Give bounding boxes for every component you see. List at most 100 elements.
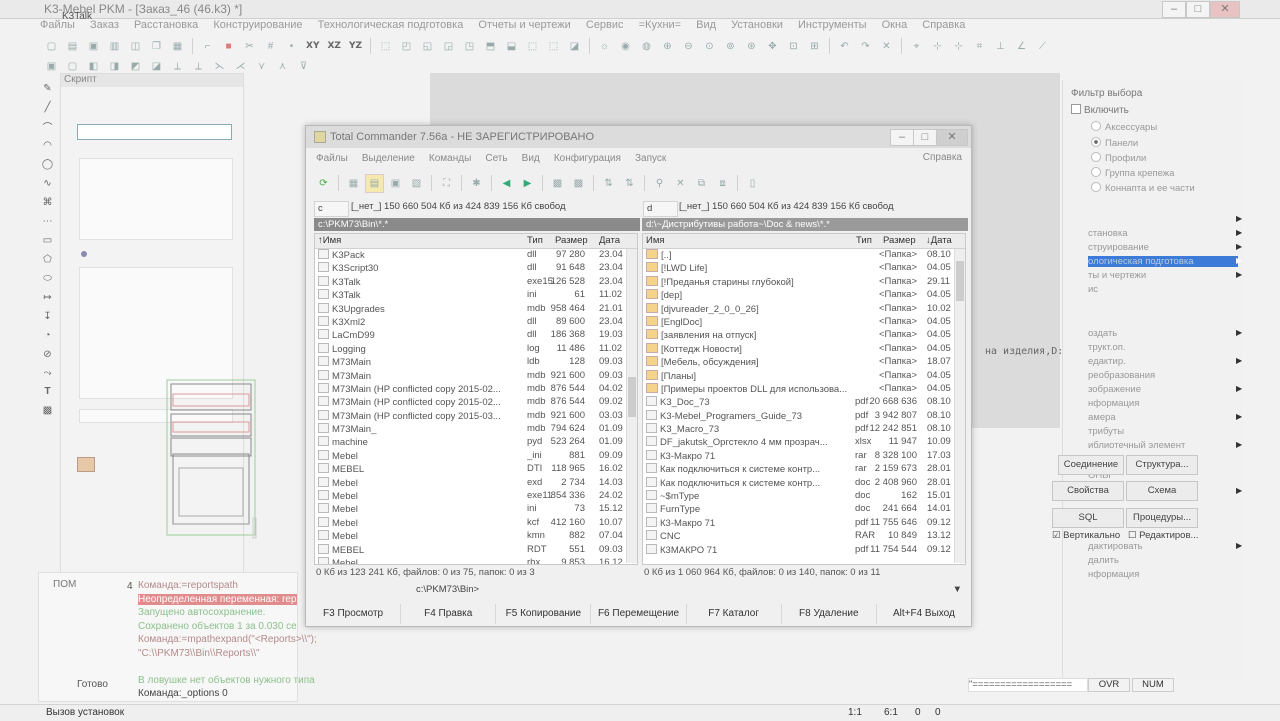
menu-item[interactable]: Конструирование	[213, 19, 302, 31]
rp-menu-create[interactable]: оздать	[1088, 328, 1117, 339]
edit-checkbox[interactable]: ☐ Редактиров...	[1128, 530, 1198, 541]
f8-delete-button[interactable]: F8 Удаление	[782, 604, 877, 624]
table-row[interactable]: Mebel exd 2 734 14.03	[315, 476, 637, 490]
tc-menu-selection[interactable]: Выделение	[362, 153, 415, 164]
view-xy-button[interactable]: XY	[303, 37, 322, 56]
rp-menu-delete[interactable]: далить	[1088, 555, 1119, 566]
left-file-panel[interactable]: ↑Имя Тип Размер Дата K3Pack dll 97 280 23.0…	[314, 233, 638, 565]
view-yz-button[interactable]: YZ	[346, 37, 365, 56]
zoom-all-icon[interactable]: ⊚	[721, 37, 740, 56]
radio-panels[interactable]: Панели	[1091, 137, 1138, 149]
snap5-icon[interactable]: ⊥	[991, 37, 1010, 56]
compare-icon[interactable]: ⧉	[692, 174, 711, 193]
tc-close-button[interactable]: ✕	[936, 129, 968, 146]
light-icon[interactable]: ☼	[595, 37, 614, 56]
folder-row[interactable]: [Коттедж Новости] <Папка> 04.05	[643, 342, 965, 356]
table-row[interactable]: K3_Doc_73 pdf 20 668 636 08.10	[643, 396, 965, 409]
rp-menu-struct[interactable]: трукт.оп.	[1088, 342, 1126, 353]
menu-item[interactable]: Установки	[731, 19, 783, 31]
rp-menu-display[interactable]: зображение	[1088, 384, 1141, 395]
folder-row[interactable]: [!Преданья старины глубокой] <Папка> 29.11	[643, 275, 965, 289]
arc-icon[interactable]: ◠	[38, 137, 57, 155]
table-row[interactable]: K3Xml2 dll 89 600 23.04	[315, 315, 637, 329]
zoom-in-icon[interactable]: ⊕	[658, 37, 677, 56]
menu-item[interactable]: Заказ	[90, 19, 119, 31]
col-size[interactable]: Размер	[883, 235, 916, 246]
refresh-icon[interactable]: ⟳	[314, 174, 333, 193]
table-row[interactable]: M73Main (HP conflicted copy 2015-03... md…	[315, 409, 637, 423]
tc-menu-commands[interactable]: Команды	[429, 153, 471, 164]
stop-icon[interactable]: ■	[219, 37, 238, 56]
vertical-checkbox[interactable]: ☑ Вертикально	[1052, 530, 1120, 541]
menu-item[interactable]: Расстановка	[134, 19, 198, 31]
grid-icon[interactable]: #	[261, 37, 280, 56]
ellipse-icon[interactable]: ⬭	[38, 269, 57, 287]
table-row[interactable]: M73Main ldb 128 09.03	[315, 356, 637, 369]
view-right-icon[interactable]: ⬚	[544, 37, 563, 56]
rp-menu-attributes[interactable]: трибуты	[1088, 426, 1124, 437]
table-row[interactable]: Как подключиться к системе контр... doc 2 …	[643, 476, 965, 490]
col-name[interactable]: Имя	[646, 235, 665, 246]
notepad-icon[interactable]: ▯	[743, 174, 762, 193]
folder-row[interactable]: [заявления на отпуск] <Папка> 04.05	[643, 329, 965, 342]
sphere-icon[interactable]: ◍	[637, 37, 656, 56]
right-scroll-thumb[interactable]	[956, 261, 964, 301]
node-icon[interactable]: ⋯	[38, 213, 57, 231]
rectangle-icon[interactable]: ▭	[38, 232, 57, 250]
rp-menu-library[interactable]: иблиотечный элемент	[1088, 440, 1185, 451]
view-persp-icon[interactable]: ◪	[565, 37, 584, 56]
folder-row[interactable]: [djvureader_2_0_0_26] <Папка> 10.02	[643, 302, 965, 316]
view-cube-icon[interactable]: ⬚	[376, 37, 395, 56]
pan-icon[interactable]: ✥	[763, 37, 782, 56]
tc-minimize-button[interactable]: –	[890, 129, 914, 146]
dim5-icon[interactable]: ⤳	[38, 364, 57, 382]
open-icon[interactable]: ▤	[63, 37, 82, 56]
right-scrollbar[interactable]	[954, 249, 965, 563]
snap7-icon[interactable]: ⟋	[1033, 37, 1052, 56]
minimize-button[interactable]: –	[1162, 1, 1186, 18]
table-row[interactable]: MEBEL DTI 118 965 16.02	[315, 463, 637, 476]
panel6-icon[interactable]: ⋏	[273, 57, 292, 76]
folder-row[interactable]: [dep] <Папка> 04.05	[643, 289, 965, 302]
table-row[interactable]: К3МАКРО 71 pdf 11 754 544 09.12	[643, 543, 965, 557]
transform-icon[interactable]: ⌘	[38, 194, 57, 212]
text-icon[interactable]: T	[38, 383, 57, 401]
rp-menu-tech[interactable]: ологическая подготовка	[1088, 256, 1238, 267]
render-icon[interactable]: ◉	[616, 37, 635, 56]
right-drive-select[interactable]: d	[643, 201, 678, 217]
menu-item[interactable]: Справка	[922, 19, 965, 31]
tc-menu-start[interactable]: Запуск	[635, 153, 666, 164]
copy-icon[interactable]: ❐	[147, 37, 166, 56]
menu-item[interactable]: Инструменты	[798, 19, 867, 31]
col-size[interactable]: Размер	[555, 235, 588, 246]
view-iso-icon[interactable]: ◳	[460, 37, 479, 56]
tc-maximize-button[interactable]: □	[913, 129, 937, 146]
unzip-icon[interactable]: ▩	[569, 174, 588, 193]
f5-copy-button[interactable]: F5 Копирование	[496, 604, 592, 624]
panel5-icon[interactable]: ⋎	[252, 57, 271, 76]
table-row[interactable]: FurnType doc 241 664 14.01	[643, 503, 965, 516]
rp-menu-edit[interactable]: едактир.	[1088, 356, 1126, 367]
table-row[interactable]: Mebel kcf 412 160 10.07	[315, 516, 637, 530]
ftp-icon[interactable]: ⇅	[599, 174, 618, 193]
select-icon[interactable]: ⌐	[198, 37, 217, 56]
close-button[interactable]: ✕	[1210, 1, 1240, 18]
table-row[interactable]: К3-Макро 71 pdf 11 755 646 09.12	[643, 516, 965, 530]
rp-menu-construct[interactable]: струирование	[1088, 242, 1149, 253]
line-icon[interactable]: ╱	[38, 99, 57, 117]
left-scroll-thumb[interactable]	[628, 377, 636, 417]
zoom-window-icon[interactable]: ⊙	[700, 37, 719, 56]
view-bottom-icon[interactable]: ⬓	[502, 37, 521, 56]
view-xz-button[interactable]: XZ	[324, 37, 343, 56]
preview-icon[interactable]: ◫	[126, 37, 145, 56]
properties-button[interactable]: Свойства	[1052, 481, 1124, 501]
table-row[interactable]: M73Main (HP conflicted copy 2015-02... md…	[315, 382, 637, 396]
maximize-button[interactable]: □	[1186, 1, 1210, 18]
view-left-icon[interactable]: ⬚	[523, 37, 542, 56]
ftp-new-icon[interactable]: ⇅	[620, 174, 639, 193]
folder-row[interactable]: [!LWD Life] <Папка> 04.05	[643, 262, 965, 275]
regen-icon[interactable]: ⊞	[805, 37, 824, 56]
rp-menu-camera[interactable]: амера	[1088, 412, 1116, 423]
folder-row[interactable]: [EnglDoc] <Папка> 04.05	[643, 315, 965, 329]
tc-menu-net[interactable]: Сеть	[485, 153, 507, 164]
